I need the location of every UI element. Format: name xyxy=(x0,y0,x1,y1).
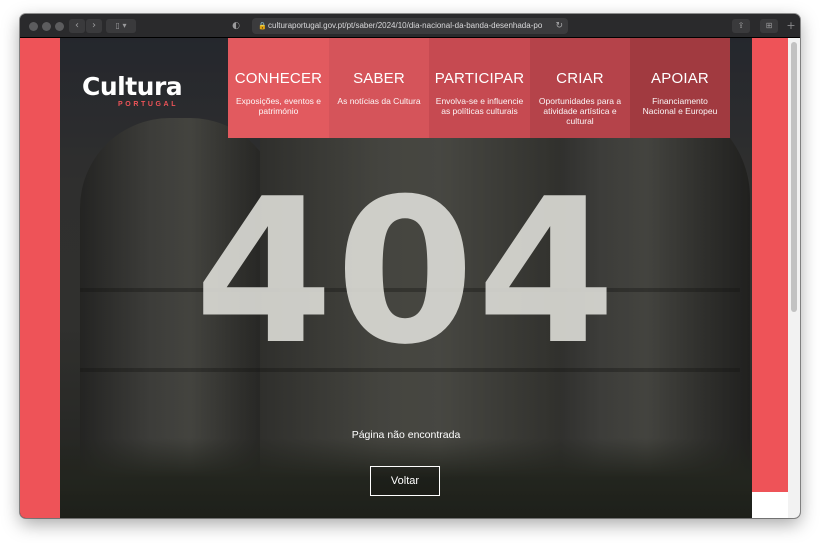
menu-item-description: Envolva-se e influencie as políticas cul… xyxy=(435,96,524,116)
share-icon[interactable]: ⇪ xyxy=(732,19,750,33)
menu-item-description: As notícias da Cultura xyxy=(337,96,421,106)
menu-item-title: SABER xyxy=(353,70,405,87)
page-scrollbar[interactable] xyxy=(788,38,800,518)
menu-item-title: CONHECER xyxy=(234,70,323,87)
menu-item-title: CRIAR xyxy=(556,70,604,87)
sidebar-toggle-icon[interactable]: ▯ ▾ xyxy=(106,19,136,33)
menu-item-apoiar[interactable]: APOIAR Financiamento Nacional e Europeu xyxy=(630,38,730,138)
forward-arrow-icon[interactable]: › xyxy=(86,19,102,33)
browser-toolbar: ‹ › ▯ ▾ ◐ 🔒 culturaportugal.gov.pt/pt/sa… xyxy=(20,14,800,38)
reload-icon[interactable]: ↻ xyxy=(555,18,563,34)
menu-item-participar[interactable]: PARTICIPAR Envolva-se e influencie as po… xyxy=(429,38,530,138)
close-window-button[interactable] xyxy=(29,22,38,31)
lock-icon: 🔒 xyxy=(258,22,267,30)
scrollbar-thumb[interactable] xyxy=(791,42,797,312)
logo-wordmark: Cultura xyxy=(82,72,183,101)
menu-item-saber[interactable]: SABER As notícias da Cultura xyxy=(329,38,429,138)
menu-item-title: PARTICIPAR xyxy=(434,70,525,87)
back-button[interactable]: Voltar xyxy=(370,466,440,496)
error-code: 404 xyxy=(194,156,618,389)
side-band-left xyxy=(20,38,60,518)
shield-icon[interactable]: ◐ xyxy=(228,19,244,33)
browser-window: ‹ › ▯ ▾ ◐ 🔒 culturaportugal.gov.pt/pt/sa… xyxy=(20,14,800,518)
menu-item-title: APOIAR xyxy=(651,70,709,87)
menu-item-conhecer[interactable]: CONHECER Exposições, eventos e patrimóni… xyxy=(228,38,329,138)
site-logo[interactable]: Cultura PORTUGAL xyxy=(82,72,202,112)
address-bar[interactable]: 🔒 culturaportugal.gov.pt/pt/saber/2024/1… xyxy=(252,18,568,34)
error-message: Página não encontrada xyxy=(351,429,461,441)
logo-subtitle: PORTUGAL xyxy=(118,101,179,108)
menu-item-description: Oportunidades para a atividade artística… xyxy=(538,96,622,126)
page-viewport: Cultura PORTUGAL CONHECER Exposições, ev… xyxy=(20,38,800,518)
minimize-window-button[interactable] xyxy=(42,22,51,31)
url-text: culturaportugal.gov.pt/pt/saber/2024/10/… xyxy=(268,21,543,30)
new-tab-icon[interactable]: + xyxy=(784,19,798,33)
menu-item-description: Financiamento Nacional e Europeu xyxy=(642,96,718,116)
menu-item-description: Exposições, eventos e património xyxy=(235,96,322,116)
zoom-window-button[interactable] xyxy=(55,22,64,31)
main-menu: CONHECER Exposições, eventos e patrimóni… xyxy=(228,38,730,138)
back-arrow-icon[interactable]: ‹ xyxy=(69,19,85,33)
side-band-right xyxy=(752,38,788,492)
tabs-icon[interactable]: ⊞ xyxy=(760,19,778,33)
side-band-right-gap xyxy=(752,492,788,518)
menu-item-criar[interactable]: CRIAR Oportunidades para a atividade art… xyxy=(530,38,630,138)
